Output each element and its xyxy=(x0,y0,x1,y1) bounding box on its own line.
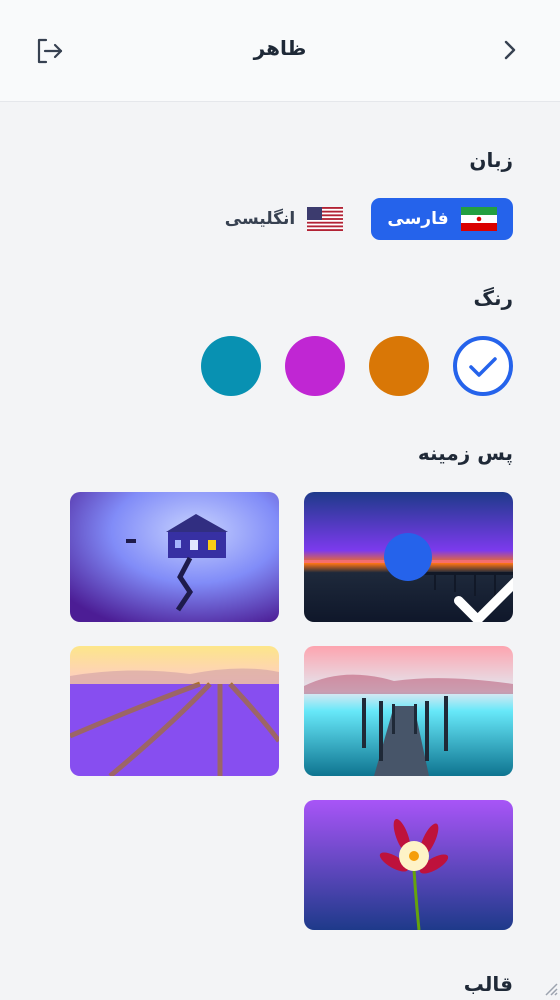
background-thumb-flower[interactable] xyxy=(304,800,513,930)
selected-check-icon xyxy=(384,533,513,622)
chevron-right-icon[interactable] xyxy=(498,38,522,62)
language-section-title: زبان xyxy=(469,148,513,172)
background-thumb-misty-jetty[interactable] xyxy=(304,646,513,776)
app-header: ظاهر xyxy=(0,0,560,102)
color-swatch-blue[interactable] xyxy=(453,336,513,396)
iran-flag-icon xyxy=(460,207,497,231)
background-thumb-lake-house[interactable] xyxy=(70,492,279,622)
check-icon xyxy=(469,357,497,377)
us-flag-icon xyxy=(307,207,344,231)
background-section-title: پس زمینه xyxy=(417,441,513,465)
language-persian-label: فارسی xyxy=(387,209,449,229)
page-title: ظاهر xyxy=(253,36,307,60)
color-swatch-magenta[interactable] xyxy=(285,336,345,396)
template-section-title: قالب xyxy=(463,972,513,996)
background-thumb-sunset-pier[interactable] xyxy=(304,492,513,622)
color-section-title: رنگ xyxy=(473,286,513,310)
language-english-button[interactable]: انگلیسی xyxy=(214,198,354,240)
resize-grip-icon[interactable] xyxy=(542,980,558,996)
color-swatch-orange[interactable] xyxy=(369,336,429,396)
language-english-label: انگلیسی xyxy=(224,209,296,229)
color-swatch-teal[interactable] xyxy=(201,336,261,396)
language-persian-button[interactable]: فارسی xyxy=(371,198,513,240)
background-thumb-lavender-field[interactable] xyxy=(70,646,279,776)
